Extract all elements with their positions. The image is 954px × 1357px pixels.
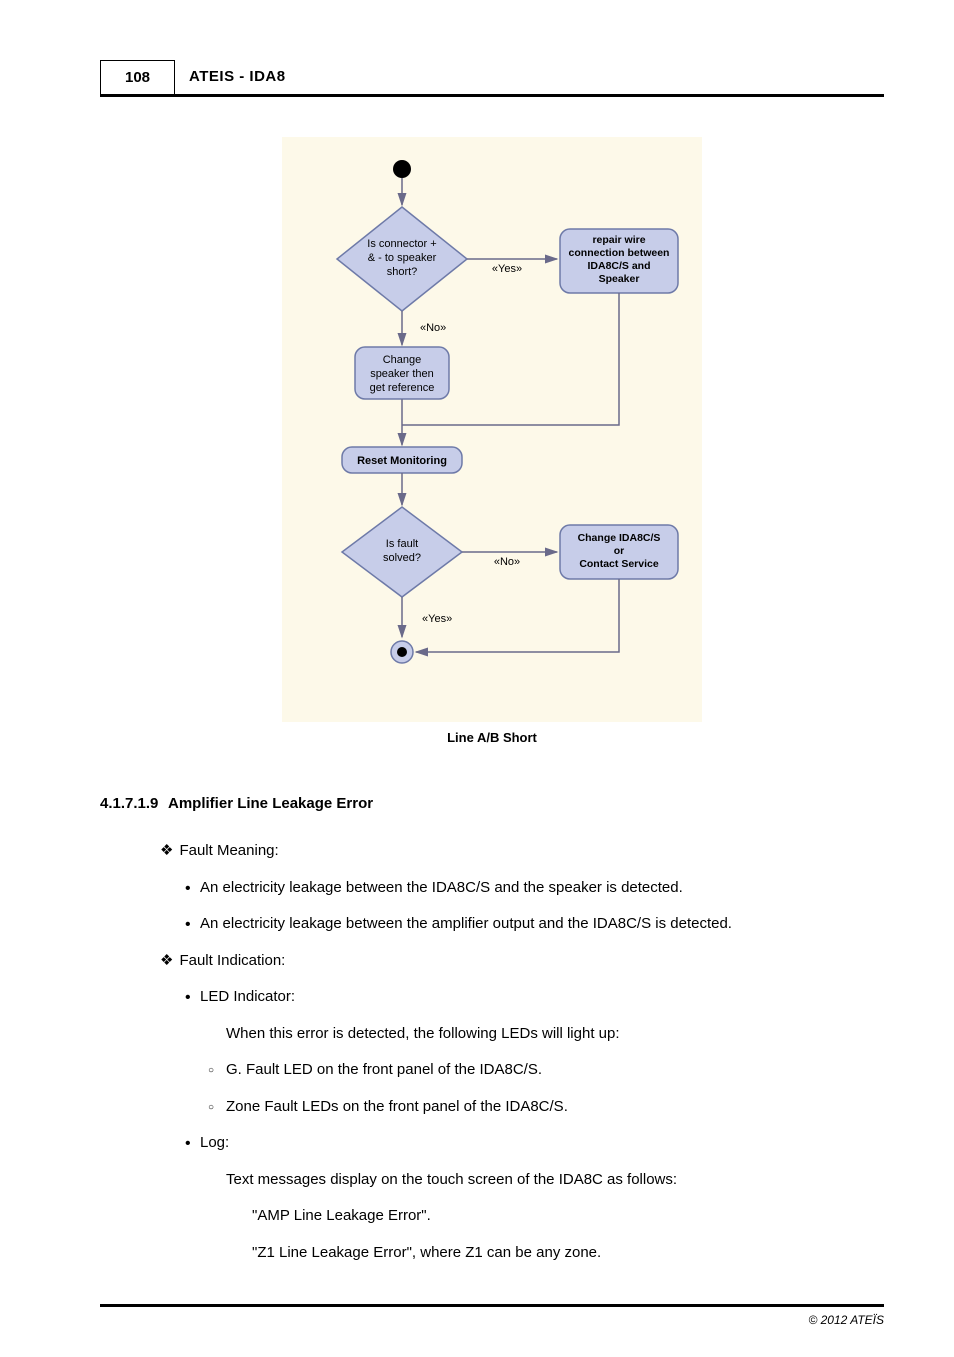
log-message: "AMP Line Leakage Error". <box>252 1205 884 1228</box>
repair-l1: repair wire <box>592 234 645 246</box>
change-l1: Change <box>383 354 422 366</box>
log-intro-text: Text messages display on the touch scree… <box>226 1169 884 1192</box>
page-footer: © 2012 ATEÏS <box>100 1304 884 1327</box>
change-l3: get reference <box>370 382 435 394</box>
led-indicator-heading: LED Indicator: <box>200 986 884 1009</box>
log-message: "Z1 Line Leakage Error", where Z1 can be… <box>252 1242 884 1265</box>
decision1-text-l3: short? <box>387 266 418 278</box>
section-body: Fault Meaning: An electricity leakage be… <box>100 840 884 1264</box>
service-l2: or <box>614 545 625 557</box>
decision1-text-l1: Is connector + <box>367 238 436 250</box>
service-l1: Change IDA8C/S <box>578 532 661 544</box>
section-title: Amplifier Line Leakage Error <box>168 795 373 812</box>
log-heading: Log: <box>200 1132 884 1155</box>
edge-label-no1: «No» <box>420 322 446 334</box>
edge-label-yes2: «Yes» <box>422 613 452 625</box>
fault-meaning-item: An electricity leakage between the ampli… <box>200 913 884 936</box>
fault-meaning-heading: Fault Meaning: <box>160 840 884 863</box>
reset-text: Reset Monitoring <box>357 455 447 467</box>
page-number: 108 <box>100 60 175 94</box>
fault-indication-heading: Fault Indication: <box>160 950 884 973</box>
change-l2: speaker then <box>370 368 434 380</box>
repair-l4: Speaker <box>599 273 640 285</box>
figure-caption: Line A/B Short <box>100 730 884 745</box>
led-item: G. Fault LED on the front panel of the I… <box>226 1059 884 1082</box>
document-page: 108 ATEIS - IDA8 Is connector + & - to s… <box>0 0 954 1357</box>
edge-label-yes1: «Yes» <box>492 263 522 275</box>
section-heading: 4.1.7.1.9 Amplifier Line Leakage Error <box>100 795 884 812</box>
section-number: 4.1.7.1.9 <box>100 795 158 812</box>
fault-meaning-item: An electricity leakage between the IDA8C… <box>200 877 884 900</box>
decision2-l1: Is fault <box>386 538 418 550</box>
led-item: Zone Fault LEDs on the front panel of th… <box>226 1096 884 1119</box>
service-l3: Contact Service <box>579 558 659 570</box>
edge-label-no2: «No» <box>494 556 520 568</box>
led-intro-text: When this error is detected, the followi… <box>226 1023 884 1046</box>
end-node-inner-icon <box>397 647 407 657</box>
flowchart-figure: Is connector + & - to speaker short? «Ye… <box>100 137 884 745</box>
start-node-icon <box>393 160 411 178</box>
repair-l2: connection between <box>569 247 670 259</box>
decision2-l2: solved? <box>383 552 421 564</box>
decision1-text-l2: & - to speaker <box>368 252 437 264</box>
page-header: 108 ATEIS - IDA8 <box>100 60 884 97</box>
copyright-text: © 2012 ATEÏS <box>808 1313 884 1327</box>
flowchart-svg: Is connector + & - to speaker short? «Ye… <box>302 147 682 707</box>
document-title: ATEIS - IDA8 <box>175 60 300 94</box>
repair-l3: IDA8C/S and <box>587 260 650 272</box>
